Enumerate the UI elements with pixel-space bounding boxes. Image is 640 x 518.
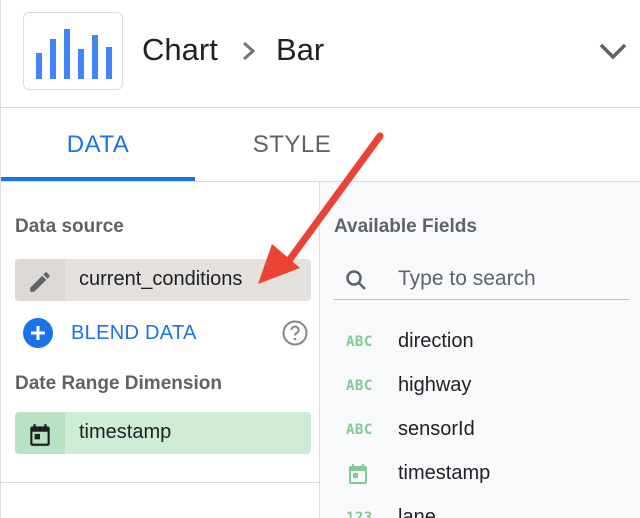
data-source-title: Data source	[15, 216, 124, 237]
chevron-right-icon	[243, 41, 256, 61]
available-fields-title: Available Fields	[334, 216, 477, 237]
pencil-icon[interactable]	[27, 269, 53, 295]
date-range-dimension-title: Date Range Dimension	[15, 373, 222, 394]
tab-style[interactable]: STYLE	[195, 108, 389, 182]
date-range-dimension-name: timestamp	[79, 421, 172, 443]
field-item-direction[interactable]: ABC direction	[334, 322, 630, 362]
number-type-icon: 123	[346, 510, 373, 518]
chart-type-selector[interactable]	[23, 12, 123, 90]
chip-edit-area	[15, 259, 65, 301]
field-item-timestamp[interactable]: timestamp	[334, 454, 630, 494]
available-fields-panel: Available Fields ABC direction ABC highw…	[320, 182, 640, 518]
field-item-sensorid[interactable]: ABC sensorId	[334, 410, 630, 450]
field-search	[334, 258, 630, 300]
field-name: lane	[398, 506, 436, 518]
panel-tabs: DATA STYLE	[0, 108, 640, 182]
text-type-icon: ABC	[346, 334, 373, 350]
field-item-highway[interactable]: ABC highway	[334, 366, 630, 406]
chevron-down-icon[interactable]	[597, 40, 629, 64]
text-type-icon: ABC	[346, 378, 373, 394]
add-circle-icon	[23, 318, 53, 348]
bar-chart-icon	[36, 29, 112, 79]
data-panel: Data source current_conditions BLEND DAT…	[0, 182, 321, 518]
field-name: timestamp	[398, 462, 491, 484]
data-source-name: current_conditions	[79, 268, 243, 290]
field-name: highway	[398, 374, 472, 396]
section-divider	[1, 482, 321, 483]
breadcrumb-chart-type: Bar	[276, 32, 325, 67]
blend-data-button[interactable]: BLEND DATA	[23, 316, 313, 350]
text-type-icon: ABC	[346, 422, 373, 438]
chip-type-area	[15, 412, 65, 454]
active-tab-indicator	[1, 177, 195, 181]
blend-data-label: BLEND DATA	[71, 322, 197, 344]
breadcrumb-chart: Chart	[142, 32, 218, 67]
search-input[interactable]	[398, 264, 624, 294]
field-name: sensorId	[398, 418, 475, 440]
field-item-lane[interactable]: 123 lane	[334, 498, 630, 518]
help-icon[interactable]	[281, 319, 309, 347]
calendar-icon	[30, 424, 50, 446]
data-source-chip[interactable]: current_conditions	[15, 259, 311, 301]
tab-data[interactable]: DATA	[1, 108, 195, 182]
field-name: direction	[398, 330, 474, 352]
date-range-dimension-chip[interactable]: timestamp	[15, 412, 311, 454]
calendar-icon	[349, 464, 367, 484]
chart-header: Chart Bar	[0, 0, 640, 108]
search-icon	[346, 270, 366, 290]
